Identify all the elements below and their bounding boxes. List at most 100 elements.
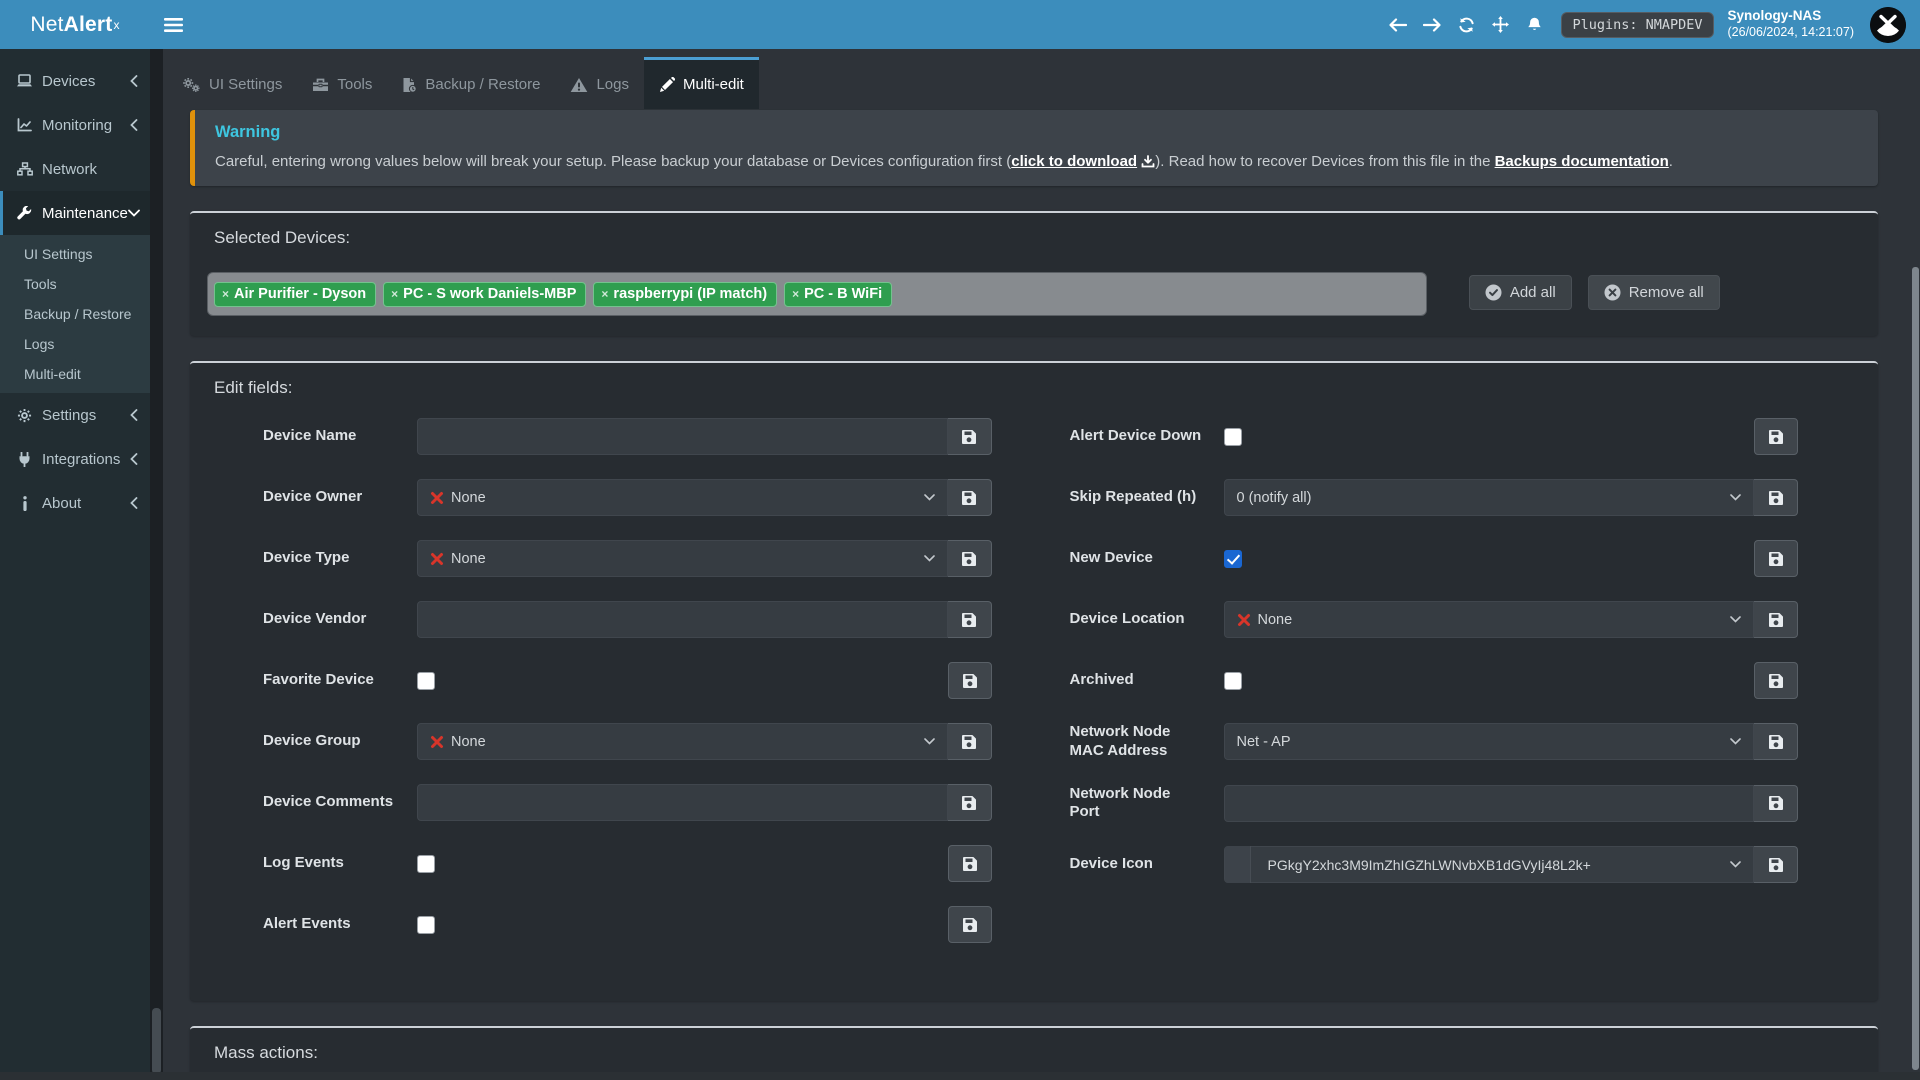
device-vendor-input[interactable] bbox=[417, 601, 948, 638]
field-label: New Device bbox=[1070, 549, 1204, 568]
chevron-down-icon bbox=[128, 209, 140, 217]
sidebar-item-monitoring[interactable]: Monitoring bbox=[0, 103, 150, 147]
chart-icon bbox=[16, 118, 33, 132]
main-content: UI Settings Tools Backup / Restore Logs … bbox=[163, 49, 1920, 1080]
save-button[interactable] bbox=[1754, 846, 1798, 883]
skip-repeated-select[interactable]: 0 (notify all) bbox=[1224, 479, 1755, 516]
field-row-new-device: New Device bbox=[1070, 540, 1799, 577]
submenu-item-tools[interactable]: Tools bbox=[0, 269, 150, 299]
sidebar-scrollbar[interactable] bbox=[150, 49, 163, 1080]
save-button[interactable] bbox=[1754, 662, 1798, 699]
remove-tag-icon[interactable]: × bbox=[391, 287, 398, 301]
tab-ui-settings[interactable]: UI Settings bbox=[167, 57, 297, 109]
new-device-checkbox[interactable] bbox=[1224, 550, 1242, 568]
device-icon-select[interactable]: PGkgY2xhc3M9ImZhIGZhLWNvbXB1dGVyIj48L2k+ bbox=[1224, 846, 1755, 883]
save-button[interactable] bbox=[948, 845, 992, 882]
sidebar-item-settings[interactable]: Settings bbox=[0, 393, 150, 437]
mass-actions-header: Mass actions: bbox=[190, 1028, 1878, 1072]
remove-tag-icon[interactable]: × bbox=[222, 287, 229, 301]
save-button[interactable] bbox=[1754, 479, 1798, 516]
sidebar-item-integrations[interactable]: Integrations bbox=[0, 437, 150, 481]
device-name-input[interactable] bbox=[417, 418, 948, 455]
horizontal-scrollbar[interactable] bbox=[0, 1072, 1920, 1080]
save-button[interactable] bbox=[1754, 601, 1798, 638]
backups-documentation-link[interactable]: Backups documentation bbox=[1495, 153, 1669, 170]
submenu-item-ui-settings[interactable]: UI Settings bbox=[0, 239, 150, 269]
device-comments-input[interactable] bbox=[417, 784, 948, 821]
host-timestamp: (26/06/2024, 14:21:07) bbox=[1728, 25, 1855, 41]
selected-devices-panel: Selected Devices: ×Air Purifier - Dyson … bbox=[190, 211, 1878, 336]
tab-logs[interactable]: Logs bbox=[555, 57, 644, 109]
submenu-item-logs[interactable]: Logs bbox=[0, 329, 150, 359]
warning-title: Warning bbox=[215, 123, 1858, 142]
field-row-skip-repeated: Skip Repeated (h) 0 (notify all) bbox=[1070, 479, 1799, 516]
save-button[interactable] bbox=[948, 662, 992, 699]
content-scrollbar-thumb[interactable] bbox=[1912, 267, 1919, 1070]
save-button[interactable] bbox=[948, 479, 992, 516]
nav-refresh-button[interactable] bbox=[1449, 0, 1483, 49]
hamburger-icon[interactable] bbox=[150, 0, 196, 49]
tab-tools[interactable]: Tools bbox=[297, 57, 387, 109]
content-scrollbar[interactable] bbox=[1912, 49, 1919, 1080]
save-button[interactable] bbox=[948, 418, 992, 455]
maintenance-submenu: UI Settings Tools Backup / Restore Logs … bbox=[0, 235, 150, 393]
sidebar-item-network[interactable]: Network bbox=[0, 147, 150, 191]
save-button[interactable] bbox=[948, 601, 992, 638]
chevron-down-icon bbox=[924, 555, 935, 562]
field-row-device-comments: Device Comments bbox=[263, 784, 992, 821]
field-label: Network Node MAC Address bbox=[1070, 723, 1204, 761]
download-link[interactable]: click to download bbox=[1011, 153, 1137, 170]
submenu-item-backup-restore[interactable]: Backup / Restore bbox=[0, 299, 150, 329]
add-all-button[interactable]: Add all bbox=[1469, 275, 1572, 310]
field-label: Archived bbox=[1070, 671, 1204, 690]
plugins-badge[interactable]: Plugins: NMAPDEV bbox=[1561, 12, 1713, 38]
device-type-select[interactable]: None bbox=[417, 540, 948, 577]
sidebar-scrollbar-thumb[interactable] bbox=[152, 1008, 161, 1074]
sidebar-item-about[interactable]: About bbox=[0, 481, 150, 525]
tab-multi-edit[interactable]: Multi-edit bbox=[644, 57, 759, 109]
field-row-alert-events: Alert Events bbox=[263, 906, 992, 943]
save-button[interactable] bbox=[1754, 785, 1798, 822]
submenu-item-multi-edit[interactable]: Multi-edit bbox=[0, 359, 150, 389]
field-row-device-icon: Device Icon PGkgY2xhc3M9ImZhIGZhLWNvbXB1… bbox=[1070, 846, 1799, 883]
save-button[interactable] bbox=[948, 723, 992, 760]
red-x-icon bbox=[430, 735, 444, 749]
log-events-checkbox[interactable] bbox=[417, 855, 435, 873]
sidebar-item-devices[interactable]: Devices bbox=[0, 59, 150, 103]
field-label: Device Group bbox=[263, 732, 397, 751]
nav-move-button[interactable] bbox=[1483, 0, 1517, 49]
chevron-down-icon bbox=[1730, 861, 1741, 868]
remove-tag-icon[interactable]: × bbox=[601, 287, 608, 301]
save-button[interactable] bbox=[1754, 540, 1798, 577]
save-button[interactable] bbox=[948, 784, 992, 821]
field-label: Device Icon bbox=[1070, 855, 1204, 874]
app-logo[interactable]: NetAlertx bbox=[0, 0, 150, 49]
avatar[interactable] bbox=[1870, 7, 1906, 43]
mass-actions-panel: Mass actions: Delete selected devices Be… bbox=[190, 1026, 1878, 1072]
save-button[interactable] bbox=[948, 906, 992, 943]
remove-tag-icon[interactable]: × bbox=[792, 287, 799, 301]
sidebar-item-maintenance[interactable]: Maintenance bbox=[0, 191, 150, 235]
tab-backup-restore[interactable]: Backup / Restore bbox=[387, 57, 555, 109]
archived-checkbox[interactable] bbox=[1224, 672, 1242, 690]
nav-back-button[interactable] bbox=[1381, 0, 1415, 49]
notifications-button[interactable] bbox=[1517, 0, 1551, 49]
device-owner-select[interactable]: None bbox=[417, 479, 948, 516]
sitemap-icon bbox=[16, 162, 33, 176]
alert-device-down-checkbox[interactable] bbox=[1224, 428, 1242, 446]
nav-forward-button[interactable] bbox=[1415, 0, 1449, 49]
save-icon bbox=[962, 856, 978, 872]
device-location-select[interactable]: None bbox=[1224, 601, 1755, 638]
save-button[interactable] bbox=[1754, 418, 1798, 455]
save-button[interactable] bbox=[948, 540, 992, 577]
save-button[interactable] bbox=[1754, 723, 1798, 760]
network-node-port-input[interactable] bbox=[1224, 785, 1755, 822]
favorite-device-checkbox[interactable] bbox=[417, 672, 435, 690]
host-info: Synology-NAS (26/06/2024, 14:21:07) bbox=[1728, 8, 1855, 41]
network-node-mac-select[interactable]: Net - AP bbox=[1224, 723, 1755, 760]
selected-devices-input[interactable]: ×Air Purifier - Dyson ×PC - S work Danie… bbox=[207, 272, 1427, 316]
alert-events-checkbox[interactable] bbox=[417, 916, 435, 934]
field-label: Favorite Device bbox=[263, 671, 397, 690]
remove-all-button[interactable]: Remove all bbox=[1588, 275, 1720, 310]
device-group-select[interactable]: None bbox=[417, 723, 948, 760]
